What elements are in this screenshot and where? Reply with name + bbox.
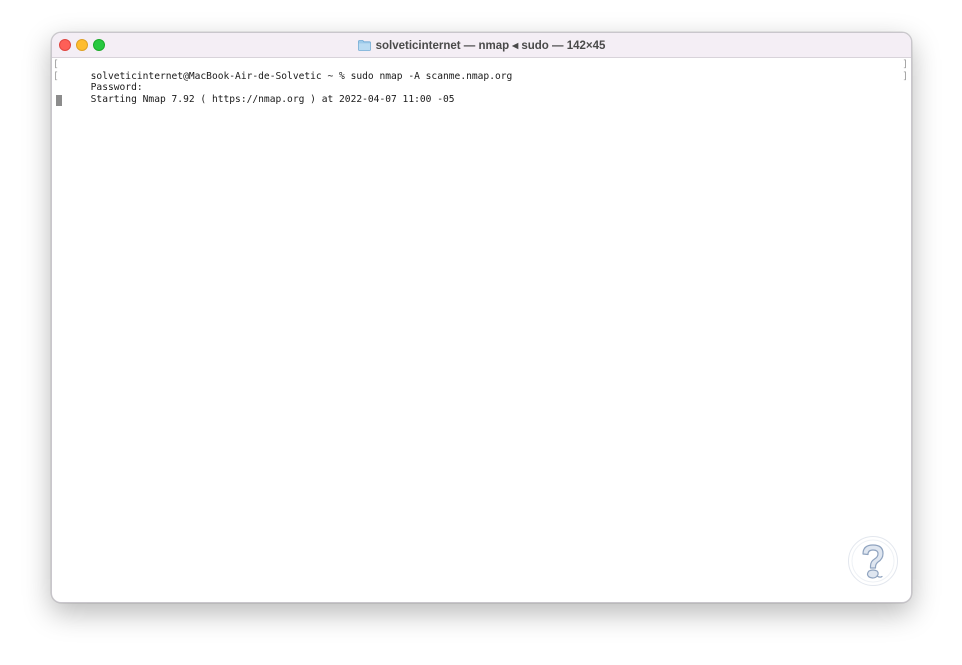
folder-icon bbox=[357, 39, 371, 51]
mark-bracket-left: [ bbox=[53, 70, 59, 82]
terminal-output[interactable]: [solveticinternet@MacBook-Air-de-Solveti… bbox=[52, 58, 911, 602]
terminal-line: Starting Nmap 7.92 ( https://nmap.org ) … bbox=[56, 82, 907, 105]
title-bar[interactable]: solveticinternet — nmap ◂ sudo — 142×45 bbox=[52, 33, 911, 58]
mark-bracket-right: ] bbox=[902, 59, 908, 70]
solvetic-logo-icon bbox=[848, 536, 898, 586]
terminal-line: [Password:] bbox=[53, 70, 908, 94]
terminal-window: solveticinternet — nmap ◂ sudo — 142×45 … bbox=[51, 32, 912, 603]
terminal-line: [solveticinternet@MacBook-Air-de-Solveti… bbox=[53, 59, 908, 82]
window-title-group: solveticinternet — nmap ◂ sudo — 142×45 bbox=[52, 33, 911, 57]
nmap-start-line: Starting Nmap 7.92 ( https://nmap.org ) … bbox=[90, 93, 455, 105]
mark-bracket-right: ] bbox=[902, 70, 908, 82]
mark-bracket-left: [ bbox=[53, 59, 59, 70]
window-title: solveticinternet — nmap ◂ sudo — 142×45 bbox=[375, 40, 606, 52]
